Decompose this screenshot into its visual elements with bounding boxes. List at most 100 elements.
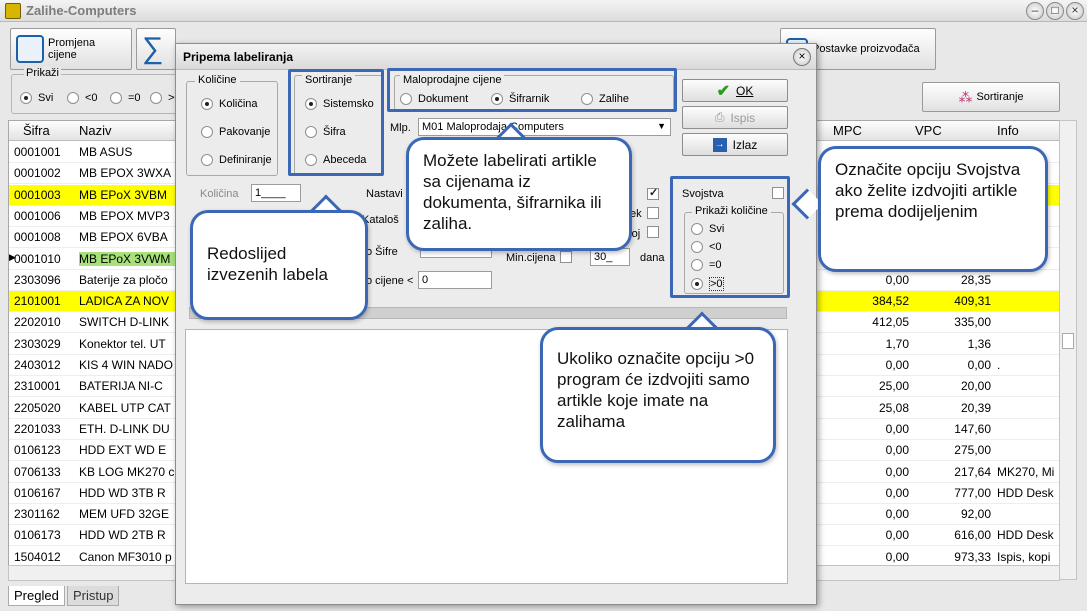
prikazi-option-lt0[interactable]: <0 [67, 92, 98, 104]
sum-button[interactable]: ∑ [136, 28, 176, 70]
exit-icon: → [712, 137, 727, 152]
cell-sifra: 0001008 [14, 230, 61, 245]
kolicina-input[interactable]: 1____ [251, 184, 301, 202]
cell-vpc: 28,35 [960, 272, 991, 287]
sortiranje-label: Sortiranje [976, 91, 1024, 103]
dialog-close-button[interactable]: × [793, 48, 811, 66]
cell-info: MK270, Mi [997, 464, 1055, 479]
prikazi-option-svi[interactable]: Svi [20, 92, 53, 104]
kolicine-option-definiranje[interactable]: Definiranje [201, 154, 272, 166]
ok-label: OK [736, 83, 754, 98]
radio-pakovanje[interactable] [201, 126, 213, 138]
cell-naziv: MB ASUS [79, 145, 133, 159]
promjena-cijene-label: Promjena cijene [48, 37, 96, 61]
col-header-naziv[interactable]: Naziv [79, 123, 112, 138]
kolicine-option-pakovanje[interactable]: Pakovanje [201, 126, 270, 138]
cell-mpc: 0,00 [885, 507, 909, 522]
cell-naziv: Canon MF3010 p [79, 549, 172, 564]
sifre-label: o Šifre [366, 246, 398, 258]
cell-sifra: 0106167 [14, 485, 61, 500]
callout-svojstva: Označite opciju Svojstva ako želite izdv… [818, 146, 1048, 272]
col-header-sifra[interactable]: Šifra [23, 123, 50, 138]
cell-vpc: 20,39 [960, 400, 991, 415]
cell-naziv: MB EPoX 3VWM [79, 251, 189, 266]
min-cijena-checkbox[interactable] [560, 251, 572, 263]
cell-sifra: 2301162 [14, 507, 60, 522]
window-titlebar [0, 0, 1087, 22]
cell-naziv: KABEL UTP CAT [79, 400, 171, 415]
tab-pristup[interactable]: Pristup [67, 586, 120, 606]
cell-naziv: MB EPOX MVP3 [79, 208, 170, 223]
highlight-maloprodajne [387, 68, 677, 112]
cell-naziv: KB LOG MK270 c [79, 464, 175, 479]
cijene-input[interactable]: 0 [418, 271, 492, 289]
app-icon [5, 3, 21, 19]
cell-mpc: 0,00 [885, 421, 909, 436]
radio-eq0[interactable] [110, 92, 122, 104]
ok-button[interactable]: ✔ OK [682, 79, 788, 102]
postavke-proizvodaca-label: Postavke proizvođača [812, 43, 920, 55]
cell-vpc: 1,36 [967, 336, 991, 351]
chevron-down-icon[interactable]: ▼ [657, 121, 666, 131]
ispis-label: Ispis [730, 110, 756, 125]
mlp-select[interactable]: M01 Maloprodaja Computers ▼ [418, 118, 671, 136]
radio-lt0[interactable] [67, 92, 79, 104]
ispis-button[interactable]: ⎙ Ispis [682, 106, 788, 129]
cell-naziv: HDD WD 2TB R [79, 528, 166, 543]
cell-mpc: 412,05 [872, 315, 909, 330]
radio-kolicina[interactable] [201, 98, 213, 110]
cell-naziv: MB EPOX 6VBA [79, 230, 168, 245]
promjena-cijene-button[interactable]: Promjena cijene [10, 28, 132, 70]
kolicine-option-kolicina[interactable]: Količina [201, 98, 258, 110]
cell-sifra: 0706133 [14, 464, 61, 479]
cell-mpc: 0,00 [885, 528, 909, 543]
cell-naziv: KIS 4 WIN NADO [79, 358, 174, 372]
maximize-button[interactable]: □ [1046, 2, 1064, 20]
cell-sifra: 2205020 [14, 400, 61, 415]
grid-vertical-scrollbar[interactable] [1059, 120, 1077, 580]
cell-vpc: 777,00 [954, 485, 991, 500]
highlight-sortiranje [288, 69, 384, 176]
prikazi-option-eq0[interactable]: =0 [110, 92, 141, 104]
close-window-button[interactable]: × [1066, 2, 1084, 20]
cell-sifra: 0001006 [14, 208, 61, 223]
cell-sifra: 0106173 [14, 528, 61, 543]
kolicine-group: Količine Količina Pakovanje Definiranje [186, 74, 278, 176]
cell-vpc: 0,00 [967, 358, 991, 372]
radio-definiranje[interactable] [201, 154, 213, 166]
cell-mpc: 0,00 [885, 549, 909, 564]
cell-naziv: HDD WD 3TB R [79, 485, 166, 500]
nastavi-label: Nastavi [366, 188, 403, 200]
cell-sifra: 0001001 [14, 145, 61, 159]
printer-icon: ⎙ [714, 110, 725, 124]
tab-pregled[interactable]: Pregled [8, 586, 65, 606]
callout-prikazi: Ukoliko označite opciju >0 program će iz… [540, 327, 776, 463]
radio-gt0[interactable] [150, 92, 162, 104]
col-header-info[interactable]: Info [997, 123, 1019, 138]
sortiranje-button[interactable]: ⁂ Sortiranje [922, 82, 1060, 112]
cell-vpc: 973,33 [954, 549, 991, 564]
cell-sifra: 0106123 [14, 443, 61, 458]
highlight-svojstva [670, 176, 790, 298]
izlaz-button[interactable]: → Izlaz [682, 133, 788, 156]
cell-naziv: ETH. D-LINK DU [79, 421, 170, 436]
cell-sifra: 2310001 [14, 379, 61, 394]
col-header-vpc[interactable]: VPC [915, 123, 942, 138]
col-header-mpc[interactable]: MPC [833, 123, 862, 138]
cell-info: Ispis, kopi [997, 549, 1051, 564]
kolicine-legend: Količine [195, 74, 240, 86]
cell-naziv: Konektor tel. UT [79, 336, 166, 351]
cijene-label: o cijene < [366, 275, 414, 287]
ek-checkbox[interactable] [647, 207, 659, 219]
cell-mpc: 0,00 [885, 464, 909, 479]
dana-label: dana [640, 252, 665, 264]
roj-checkbox[interactable] [647, 226, 659, 238]
vertical-scroll-thumb[interactable] [1062, 333, 1074, 349]
cell-naziv: MEM UFD 32GE [79, 507, 170, 522]
min-cijena-label: Min.cijena [506, 252, 556, 264]
minimize-button[interactable]: – [1026, 2, 1044, 20]
cell-mpc: 25,00 [878, 379, 909, 394]
nastavi-checkbox[interactable] [647, 186, 659, 200]
radio-svi[interactable] [20, 92, 32, 104]
cell-mpc: 384,52 [872, 294, 909, 309]
